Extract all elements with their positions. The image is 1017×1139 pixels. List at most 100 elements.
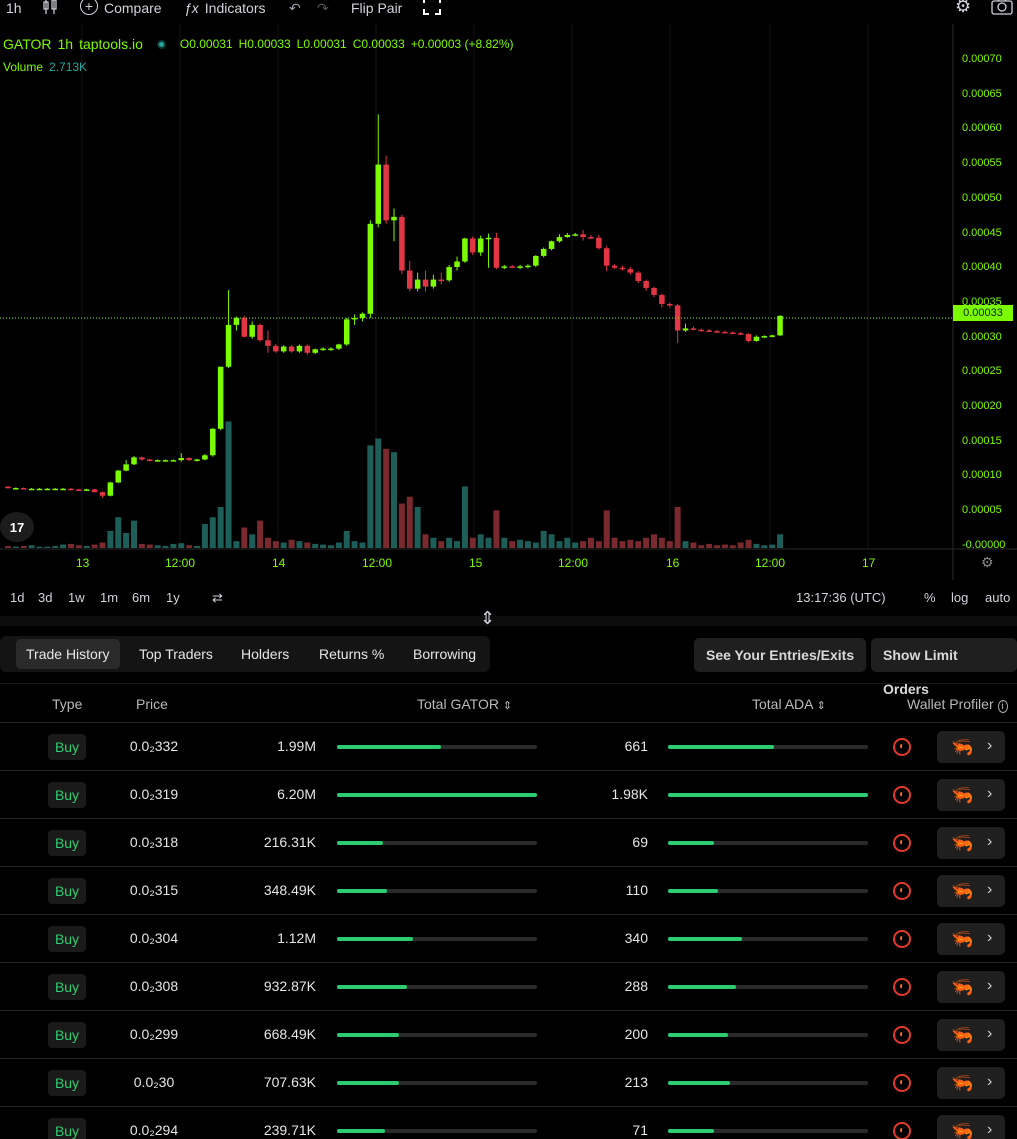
candle-body — [407, 270, 413, 289]
dex-icon[interactable]: ◐ — [893, 834, 911, 852]
percent-toggle[interactable]: % — [924, 590, 936, 605]
header-total-ada[interactable]: Total ADA ⇕ — [752, 696, 826, 712]
candle-body — [643, 280, 649, 288]
see-entries-exits-button[interactable]: See Your Entries/Exits — [694, 638, 867, 672]
chevron-right-icon: › — [987, 929, 993, 946]
wallet-profiler-button[interactable]: 🦐 › — [937, 923, 1005, 955]
range-6m[interactable]: 6m — [132, 590, 150, 605]
date-range-icon[interactable]: ⇄ — [212, 590, 223, 606]
table-row[interactable]: Buy 0.0₂304 1.12M 340 ◐ 🦐 › — [0, 915, 1017, 963]
volume-bar — [398, 503, 405, 548]
wallet-profiler-button[interactable]: 🦐 › — [937, 1019, 1005, 1051]
volume-bar — [296, 541, 303, 548]
dex-icon[interactable]: ◐ — [893, 978, 911, 996]
header-wallet-profiler-label: Wallet Profiler — [907, 696, 994, 712]
candle-body — [611, 265, 618, 268]
range-1d[interactable]: 1d — [10, 590, 24, 605]
dex-icon[interactable]: ◐ — [893, 930, 911, 948]
volume-value: 2.713K — [49, 60, 88, 74]
volume-bar — [737, 542, 744, 548]
ada-bar-fill — [668, 937, 742, 941]
gator-bar — [337, 1033, 537, 1037]
wallet-profiler-button[interactable]: 🦐 › — [937, 1115, 1005, 1139]
resize-handle-icon[interactable]: ⇕ — [480, 608, 495, 629]
wallet-profiler-button[interactable]: 🦐 › — [937, 779, 1005, 811]
range-1m[interactable]: 1m — [100, 590, 118, 605]
volume-bar — [651, 534, 657, 548]
header-total-gator[interactable]: Total GATOR ⇕ — [417, 696, 512, 712]
wallet-profiler-button[interactable]: 🦐 › — [937, 875, 1005, 907]
range-3d[interactable]: 3d — [38, 590, 52, 605]
price-cell: 0.0₂30 — [133, 1074, 175, 1090]
legend-high: H0.00033 — [238, 37, 291, 51]
candle-body — [714, 331, 720, 333]
tab-borrowing[interactable]: Borrowing — [403, 639, 486, 669]
total-ada-cell: 71 — [632, 1122, 648, 1138]
volume-bar — [485, 537, 492, 548]
candle-body — [225, 324, 232, 367]
tab-bar: Trade History Top Traders Holders Return… — [0, 636, 490, 672]
candle-body — [659, 294, 665, 304]
price-chart[interactable] — [0, 0, 1017, 584]
info-icon[interactable]: i — [997, 700, 1008, 713]
gator-bar — [337, 937, 537, 941]
shrimp-icon: 🦐 — [951, 929, 974, 949]
table-row[interactable]: Buy 0.0₂332 1.99M 661 ◐ 🦐 › — [0, 723, 1017, 771]
price-cell: 0.0₂294 — [129, 1122, 179, 1138]
legend-open: O0.00031 — [179, 37, 233, 51]
range-1w[interactable]: 1w — [68, 590, 85, 605]
price-tick-label: 0.00025 — [962, 365, 1002, 378]
log-toggle[interactable]: log — [951, 590, 968, 605]
candle-body — [44, 488, 51, 491]
volume-bar — [312, 543, 319, 548]
chevron-right-icon: › — [987, 881, 993, 898]
tab-returns[interactable]: Returns % — [309, 639, 394, 669]
tab-top-traders[interactable]: Top Traders — [129, 639, 223, 669]
range-1y[interactable]: 1y — [166, 590, 180, 605]
table-row[interactable]: Buy 0.0₂318 216.31K 69 ◐ 🦐 › — [0, 819, 1017, 867]
candle-body — [154, 460, 161, 462]
wallet-profiler-button[interactable]: 🦐 › — [937, 971, 1005, 1003]
volume-bar — [406, 496, 413, 548]
chart-settings-icon[interactable]: ⚙ — [981, 554, 994, 571]
table-row[interactable]: Buy 0.0₂319 6.20M 1.98K ◐ 🦐 › — [0, 771, 1017, 819]
price-tick-label: 0.00045 — [962, 226, 1002, 239]
dex-icon[interactable]: ◐ — [893, 1026, 911, 1044]
clock[interactable]: 13:17:36 (UTC) — [796, 590, 886, 605]
auto-toggle[interactable]: auto — [985, 590, 1010, 605]
volume-bar — [91, 544, 98, 548]
type-badge: Buy — [48, 974, 86, 1000]
type-badge: Buy — [48, 878, 86, 904]
table-row[interactable]: Buy 0.0₂30 707.63K 213 ◐ 🦐 › — [0, 1059, 1017, 1107]
type-badge: Buy — [48, 1070, 86, 1096]
symbol-name[interactable]: GATOR — [3, 36, 52, 52]
wallet-profiler-button[interactable]: 🦐 › — [937, 827, 1005, 859]
tradingview-logo-icon[interactable]: 17 — [0, 512, 34, 542]
wallet-profiler-button[interactable]: 🦐 › — [937, 1067, 1005, 1099]
gator-bar — [337, 745, 537, 749]
table-row[interactable]: Buy 0.0₂299 668.49K 200 ◐ 🦐 › — [0, 1011, 1017, 1059]
time-tick-label: 14 — [272, 556, 286, 570]
dex-icon[interactable]: ◐ — [893, 882, 911, 900]
dex-icon[interactable]: ◐ — [893, 1074, 911, 1092]
tab-trade-history[interactable]: Trade History — [16, 639, 120, 669]
gator-bar-fill — [337, 745, 441, 749]
table-row[interactable]: Buy 0.0₂315 348.49K 110 ◐ 🦐 › — [0, 867, 1017, 915]
table-row[interactable]: Buy 0.0₂308 932.87K 288 ◐ 🦐 › — [0, 963, 1017, 1011]
tab-holders[interactable]: Holders — [231, 639, 299, 669]
candle-body — [470, 238, 476, 253]
chevron-right-icon: › — [987, 977, 993, 994]
type-badge: Buy — [48, 782, 86, 808]
dex-icon[interactable]: ◐ — [893, 786, 911, 804]
wallet-profiler-button[interactable]: 🦐 › — [937, 731, 1005, 763]
volume-bar — [154, 545, 161, 548]
header-price: Price — [136, 696, 168, 712]
candle-body — [273, 345, 279, 352]
price-tick-label: -0.00000 — [962, 538, 1006, 551]
dex-icon[interactable]: ◐ — [893, 738, 911, 756]
dex-icon[interactable]: ◐ — [893, 1122, 911, 1139]
range-bar: 1d 3d 1w 1m 6m 1y ⇄ 13:17:36 (UTC) % log… — [0, 586, 1017, 610]
table-row[interactable]: Buy 0.0₂294 239.71K 71 ◐ 🦐 › — [0, 1107, 1017, 1139]
show-limit-orders-button[interactable]: Show Limit Orders — [871, 638, 1017, 697]
volume-bar — [146, 544, 153, 548]
